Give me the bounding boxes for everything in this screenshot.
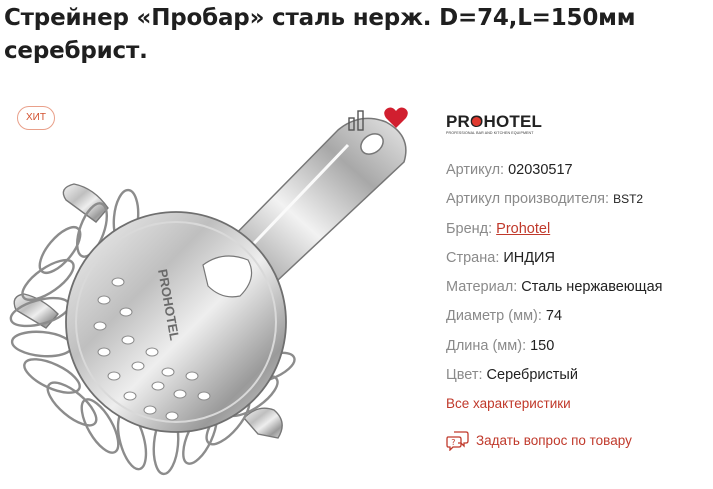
product-specs: Артикул: 02030517 Артикул производителя: B… — [446, 156, 706, 390]
ask-question-button[interactable]: ? Задать вопрос по товару — [446, 428, 632, 452]
spec-row-diameter: Диаметр (мм): 74 — [446, 302, 706, 331]
logo-subtitle: PROFESSIONAL BAR AND KITCHEN EQUIPMENT — [446, 131, 534, 135]
logo-text-o: O — [470, 112, 484, 131]
compare-icon[interactable] — [346, 109, 368, 131]
all-specs-link[interactable]: Все характеристики — [446, 396, 571, 411]
spec-row-material: Материал: Сталь нержавеющая — [446, 273, 706, 302]
spec-row-color: Цвет: Серебристый — [446, 361, 706, 390]
spec-label: Диаметр (мм): — [446, 308, 542, 325]
brand-link[interactable]: Prohotel — [496, 221, 550, 237]
spec-row-brand: Бренд: Prohotel — [446, 215, 706, 244]
spec-label: Бренд: — [446, 220, 493, 237]
spec-value: Серебристый — [486, 367, 578, 384]
spec-label: Артикул: — [446, 162, 505, 178]
spec-value: 150 — [530, 337, 555, 354]
heart-icon[interactable] — [383, 106, 409, 130]
spec-row-manufacturer-article: Артикул производителя: BST2 — [446, 185, 706, 214]
spec-label: Страна: — [446, 249, 500, 266]
ask-question-label: Задать вопрос по товару — [476, 432, 632, 448]
logo-text-post: HOTEL — [483, 112, 543, 131]
spec-value: 74 — [545, 308, 563, 325]
spec-label: Артикул производителя: — [446, 191, 610, 208]
product-title: Стрейнер «Пробар» сталь нерж. D=74,L=150… — [4, 5, 636, 64]
spec-value: ИНДИЯ — [503, 249, 555, 266]
brand-logo[interactable]: PROHOTEL PROFESSIONAL BAR AND KITCHEN EQ… — [446, 113, 556, 143]
logo-text-pre: PR — [446, 112, 471, 131]
spec-label: Длина (мм): — [446, 337, 527, 354]
spec-row-length: Длина (мм): 150 — [446, 332, 706, 361]
spec-value: BST2 — [613, 192, 644, 207]
spec-row-country: Страна: ИНДИЯ — [446, 244, 706, 273]
spec-value: 02030517 — [508, 162, 573, 178]
chat-question-icon: ? — [446, 429, 470, 452]
strainer-illustration: PROHOTEL — [9, 117, 407, 476]
spec-label: Материал: — [446, 279, 518, 296]
svg-text:?: ? — [451, 438, 455, 447]
product-image[interactable]: PROHOTEL — [8, 100, 428, 485]
hit-badge: ХИТ — [17, 106, 55, 130]
spec-value: Сталь нержавеющая — [521, 279, 663, 296]
spec-row-article: Артикул: 02030517 — [446, 156, 706, 185]
spec-label: Цвет: — [446, 367, 483, 384]
